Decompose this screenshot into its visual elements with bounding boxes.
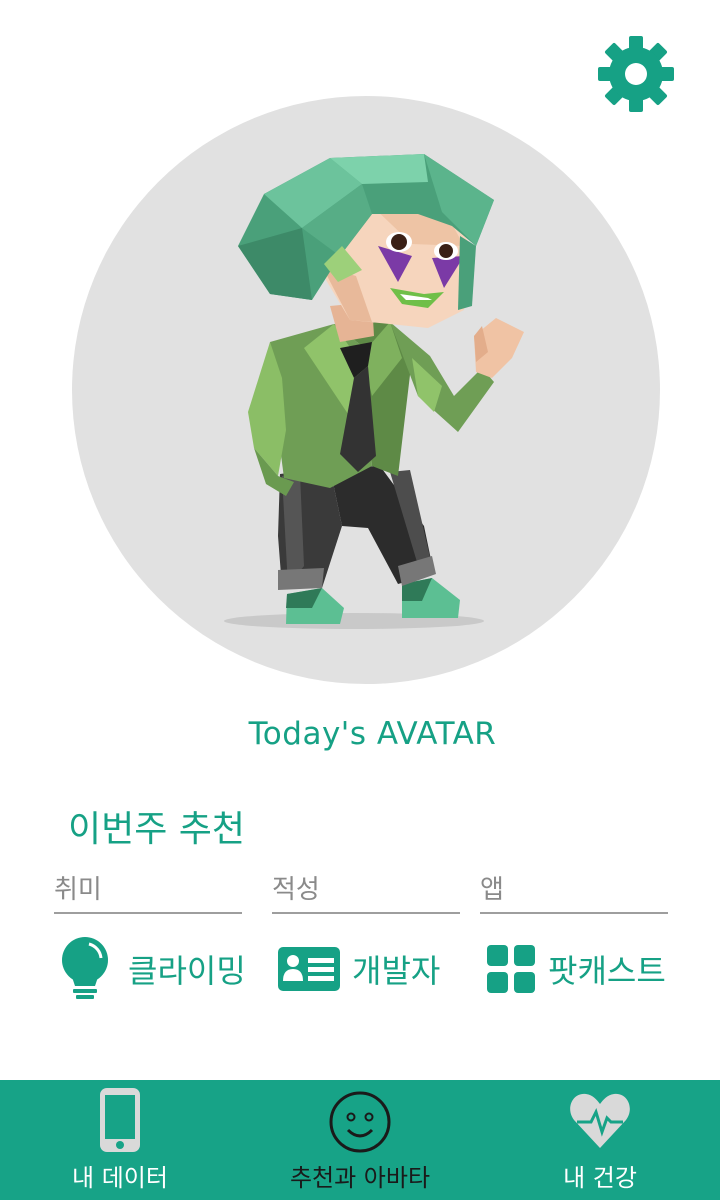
category-app: 앱 (480, 868, 668, 914)
smartphone-icon (98, 1086, 142, 1158)
recommend-item-hobby[interactable]: 클라이밍 (54, 936, 246, 1002)
category-label: 앱 (480, 868, 668, 914)
lightbulb-icon (54, 936, 116, 1002)
avatar-illustration (224, 154, 524, 629)
app-screen: Today's AVATAR 이번주 추천 취미 적성 앱 클라이밍 개발자 팟… (0, 0, 720, 1200)
recommend-item-label: 팟캐스트 (548, 952, 666, 990)
category-hobby: 취미 (54, 868, 242, 914)
recommend-item-label: 개발자 (352, 952, 441, 990)
apps-grid-icon (480, 936, 542, 1002)
avatar-caption: Today's AVATAR (248, 716, 497, 752)
recommend-item-label: 클라이밍 (128, 952, 246, 990)
tab-label: 내 건강 (563, 1164, 637, 1192)
tab-label: 내 데이터 (72, 1164, 168, 1192)
id-card-icon (278, 936, 340, 1002)
tab-my-health[interactable]: 내 건강 (480, 1080, 720, 1200)
heart-pulse-icon (569, 1092, 631, 1154)
recommend-item-aptitude[interactable]: 개발자 (278, 936, 440, 1002)
category-aptitude: 적성 (272, 868, 460, 914)
tab-my-data[interactable]: 내 데이터 (0, 1080, 240, 1200)
category-label: 취미 (54, 868, 242, 914)
recommend-item-app[interactable]: 팟캐스트 (480, 936, 666, 1002)
bottom-navigation: 내 데이터 추천과 아바타 내 건강 (0, 1080, 720, 1200)
avatar-circle[interactable] (72, 96, 660, 684)
weekly-recommendation-title: 이번주 추천 (68, 809, 246, 850)
tab-label: 추천과 아바타 (289, 1164, 431, 1192)
smiley-icon (328, 1090, 392, 1158)
category-label: 적성 (272, 868, 460, 914)
tab-recommend-avatar[interactable]: 추천과 아바타 (240, 1080, 480, 1200)
